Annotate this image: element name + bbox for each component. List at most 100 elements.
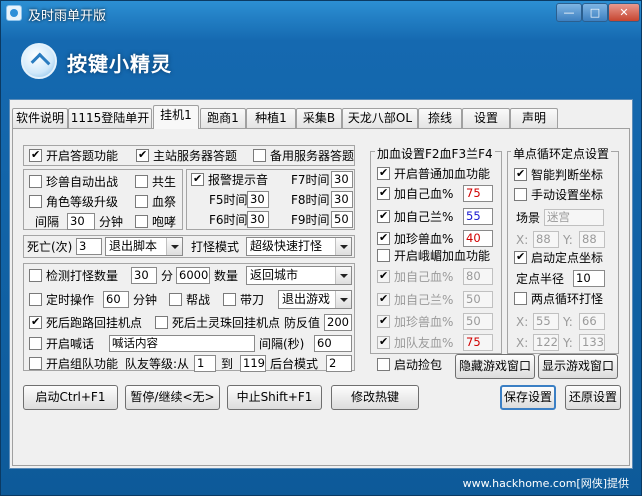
tab-plant[interactable]: 种植1 — [246, 108, 296, 128]
shout-text-input[interactable]: 喊话内容 — [109, 335, 255, 352]
x2-input[interactable]: 55 — [533, 313, 559, 330]
bangzhan-checkbox[interactable] — [169, 293, 182, 306]
f5-input[interactable]: 30 — [247, 191, 269, 208]
defense-input[interactable]: 200 — [324, 314, 352, 331]
qty-label: 数量 — [214, 269, 239, 283]
tab-trade[interactable]: 跑商1 — [200, 108, 246, 128]
self-mp-input[interactable]: 55 — [463, 208, 493, 225]
self-hp-input[interactable]: 75 — [463, 185, 493, 202]
emei-self-mp-checkbox[interactable] — [377, 292, 390, 306]
tab-gather[interactable]: 采集B — [296, 108, 342, 128]
backup-server-checkbox[interactable] — [253, 149, 266, 162]
emei-self-mp-input[interactable]: 50 — [463, 291, 493, 308]
scene-input[interactable]: 迷宫 — [544, 209, 604, 226]
timed-input[interactable]: 60 — [103, 291, 129, 308]
tab-settings[interactable]: 设置 — [462, 108, 510, 128]
hide-game-button[interactable]: 隐藏游戏窗口 — [455, 354, 535, 379]
save-button[interactable]: 保存设置 — [500, 385, 556, 410]
timed-checkbox[interactable] — [29, 293, 42, 306]
emei-friend-input[interactable]: 75 — [463, 334, 493, 351]
emei-pet-hp-input[interactable]: 50 — [463, 313, 493, 330]
paoxiao-checkbox[interactable] — [135, 215, 148, 228]
interval-label: 间隔 — [35, 215, 60, 229]
interval-input[interactable]: 30 — [67, 213, 95, 230]
x3-input[interactable]: 122 — [533, 334, 559, 351]
f8-label: F8时间 — [291, 193, 330, 207]
bg-mode-input[interactable]: 2 — [326, 355, 352, 372]
hotkey-button[interactable]: 修改热键 — [331, 385, 419, 410]
interval-sec-input[interactable]: 60 — [314, 335, 352, 352]
title-bar[interactable]: 及时雨单开版 — □ ✕ — [1, 1, 641, 25]
emei-heal-checkbox[interactable] — [377, 249, 390, 262]
kills-a-input[interactable]: 30 — [131, 267, 157, 284]
restore-button[interactable]: 还原设置 — [565, 385, 621, 410]
auto-battle-label: 珍兽自动出战 — [46, 175, 119, 189]
f6-input[interactable]: 30 — [247, 211, 269, 228]
two-point-checkbox[interactable] — [514, 292, 527, 305]
death-action-select[interactable]: 退出脚本 — [105, 237, 183, 256]
shout-checkbox[interactable] — [29, 337, 42, 350]
return-city-value: 返回城市 — [250, 268, 299, 282]
emei-pet-hp-checkbox[interactable] — [377, 314, 390, 328]
f7-label: F7时间 — [291, 173, 330, 187]
normal-heal-checkbox[interactable] — [377, 166, 390, 180]
smart-coord-checkbox[interactable] — [514, 167, 527, 181]
main-server-checkbox[interactable] — [136, 148, 149, 162]
self-hp-checkbox[interactable] — [377, 186, 390, 200]
death-run-checkbox[interactable] — [29, 315, 42, 329]
alarm-checkbox[interactable] — [191, 172, 204, 186]
tab-hangup[interactable]: 挂机1 — [153, 105, 199, 129]
exit-game-select[interactable]: 退出游戏 — [278, 290, 352, 309]
team-from-input[interactable]: 1 — [194, 355, 216, 372]
f7-input[interactable]: 30 — [331, 171, 353, 188]
radius-input[interactable]: 10 — [573, 270, 605, 287]
emei-friend-checkbox[interactable] — [377, 335, 390, 349]
window-title: 及时雨单开版 — [28, 9, 107, 24]
team-to-input[interactable]: 119 — [240, 355, 266, 372]
kills-b-input[interactable]: 6000 — [176, 267, 210, 284]
death-count-input[interactable]: 3 — [76, 238, 102, 255]
tab-instructions[interactable]: 软件说明 — [12, 108, 68, 128]
paoxiao-label: 咆哮 — [152, 215, 177, 229]
tab-line[interactable]: 捺线 — [418, 108, 462, 128]
f8-input[interactable]: 30 — [331, 191, 353, 208]
maximize-button[interactable]: □ — [582, 3, 608, 22]
check-kills-checkbox[interactable] — [29, 269, 42, 282]
pause-button[interactable]: 暂停/继续<无> — [125, 385, 220, 410]
start-button[interactable]: 启动Ctrl+F1 — [23, 385, 118, 410]
x1-input[interactable]: 88 — [533, 231, 559, 248]
show-game-button[interactable]: 显示游戏窗口 — [538, 354, 618, 379]
tab-tlbb[interactable]: 天龙八部OL — [342, 108, 418, 128]
pet-hp-checkbox[interactable] — [377, 231, 390, 245]
y1-input[interactable]: 88 — [579, 231, 605, 248]
emei-self-hp-input[interactable]: 80 — [463, 268, 493, 285]
y2-input[interactable]: 66 — [579, 313, 605, 330]
level-upgrade-checkbox[interactable] — [29, 195, 42, 208]
minimize-button[interactable]: — — [556, 3, 582, 22]
xueji-checkbox[interactable] — [135, 195, 148, 208]
fight-mode-label: 打怪模式 — [191, 240, 240, 254]
pickup-checkbox[interactable] — [377, 358, 390, 371]
auto-battle-checkbox[interactable] — [29, 175, 42, 188]
daidao-checkbox[interactable] — [223, 293, 236, 306]
stop-button[interactable]: 中止Shift+F1 — [227, 385, 322, 410]
close-button[interactable]: ✕ — [608, 3, 640, 22]
death-action-value: 退出脚本 — [109, 239, 158, 253]
manual-coord-label: 手动设置坐标 — [531, 188, 604, 202]
return-city-select[interactable]: 返回城市 — [246, 266, 352, 285]
emei-self-hp-checkbox[interactable] — [377, 269, 390, 283]
y3-input[interactable]: 133 — [579, 334, 605, 351]
f9-input[interactable]: 50 — [331, 211, 353, 228]
tab-login[interactable]: 1115登陆单开 — [68, 108, 152, 128]
team-checkbox[interactable] — [29, 357, 42, 370]
gongsheng-checkbox[interactable] — [135, 175, 148, 188]
answer-checkbox[interactable] — [29, 148, 42, 162]
fixed-point-checkbox[interactable] — [514, 250, 527, 264]
self-mp-checkbox[interactable] — [377, 209, 390, 223]
tab-statement[interactable]: 声明 — [510, 108, 558, 128]
fight-mode-select[interactable]: 超级快速打怪 — [246, 237, 352, 256]
pet-hp-input[interactable]: 40 — [463, 230, 493, 247]
manual-coord-checkbox[interactable] — [514, 188, 527, 201]
radius-label: 定点半径 — [516, 272, 565, 286]
death-pearl-checkbox[interactable] — [155, 316, 168, 329]
